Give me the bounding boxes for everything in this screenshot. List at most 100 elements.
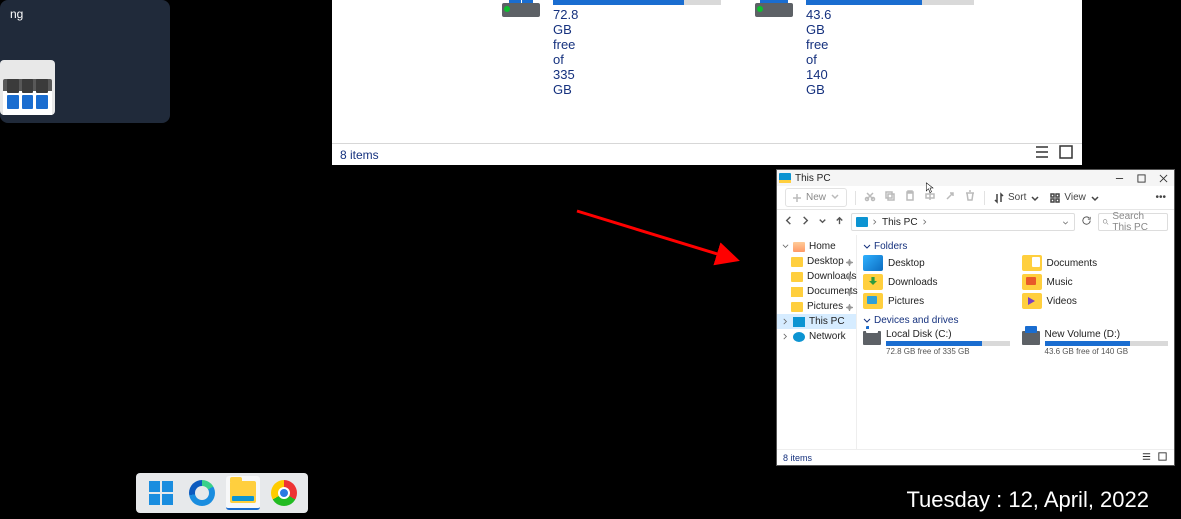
folder-music[interactable]: Music — [1022, 274, 1169, 290]
folder-label: Pictures — [888, 296, 924, 307]
chevron-down-icon[interactable] — [1061, 218, 1070, 227]
nav-pictures[interactable]: Pictures — [777, 299, 856, 314]
sort-button[interactable]: Sort — [993, 192, 1041, 204]
nav-network-label: Network — [809, 331, 846, 342]
search-input[interactable]: Search This PC — [1098, 213, 1168, 231]
search-icon — [1102, 217, 1109, 227]
chevron-down-icon — [863, 243, 871, 251]
content-pane[interactable]: Folders Desktop Documents Downloads Musi… — [857, 235, 1174, 449]
drive-icon-c — [502, 0, 540, 17]
nav-network[interactable]: Network — [777, 329, 856, 344]
rename-icon[interactable] — [924, 190, 936, 205]
drive-c-bar — [886, 341, 1010, 346]
cut-icon[interactable] — [864, 190, 876, 205]
folder-pictures[interactable]: Pictures — [863, 293, 1010, 309]
folder-label: Desktop — [888, 258, 925, 269]
chevron-right-icon — [782, 318, 789, 325]
paste-icon[interactable] — [904, 190, 916, 205]
annotation-arrow — [570, 200, 765, 275]
pin-icon — [846, 258, 853, 265]
folder-label: Downloads — [888, 277, 937, 288]
share-icon[interactable] — [944, 190, 956, 205]
drive-d-capacity-bar — [806, 0, 974, 5]
home-icon — [793, 242, 805, 252]
view-label: View — [1064, 192, 1086, 203]
section-devices[interactable]: Devices and drives — [863, 315, 1168, 326]
explorer-window[interactable]: This PC New Sort — [776, 169, 1175, 466]
nav-documents[interactable]: Documents — [777, 284, 856, 299]
up-button[interactable] — [834, 215, 845, 229]
sort-label: Sort — [1008, 192, 1026, 203]
start-button[interactable] — [144, 476, 178, 510]
taskbar-preview-card[interactable]: ng — [0, 0, 170, 123]
title-bar[interactable]: This PC — [777, 170, 1174, 186]
section-folders[interactable]: Folders — [863, 241, 1168, 252]
folder-label: Music — [1047, 277, 1073, 288]
taskbar[interactable] — [136, 473, 308, 513]
nav-home-label: Home — [809, 241, 836, 252]
view-button[interactable]: View — [1049, 192, 1101, 204]
large-icons-view-icon[interactable] — [1058, 144, 1074, 163]
plus-icon — [791, 192, 803, 204]
chevron-down-icon — [782, 243, 789, 250]
more-icon[interactable]: ••• — [1155, 192, 1166, 203]
documents-folder-icon — [1022, 255, 1042, 271]
drive-d-icon — [1022, 331, 1040, 345]
nav-this-pc-label: This PC — [809, 316, 845, 327]
drive-d-name: New Volume (D:) — [1045, 329, 1169, 340]
downloads-folder-icon — [863, 274, 883, 290]
folder-label: Videos — [1047, 296, 1077, 307]
minimize-button[interactable] — [1110, 170, 1128, 186]
preview-title-fragment: ng — [10, 6, 160, 22]
breadcrumb-segment[interactable]: This PC — [882, 217, 918, 228]
folder-downloads[interactable]: Downloads — [863, 274, 1010, 290]
back-button[interactable] — [783, 215, 794, 229]
maximize-button[interactable] — [1132, 170, 1150, 186]
pc-icon — [793, 317, 805, 327]
pin-icon — [846, 288, 853, 295]
date-overlay: Tuesday : 12, April, 2022 — [906, 487, 1149, 513]
drive-d[interactable]: New Volume (D:) 43.6 GB free of 140 GB — [1022, 329, 1169, 356]
windows-logo-icon — [149, 481, 173, 505]
navigation-pane[interactable]: Home Desktop Downloads Documents Picture… — [777, 235, 857, 449]
chevron-right-icon — [872, 219, 878, 225]
folder-label: Documents — [1047, 258, 1098, 269]
background-explorer-window[interactable]: 72.8 GB free of 335 GB 43.6 GB free of 1… — [332, 0, 1082, 165]
close-button[interactable] — [1154, 170, 1172, 186]
desktop-folder-icon — [863, 255, 883, 271]
new-button[interactable]: New — [785, 188, 847, 207]
refresh-button[interactable] — [1081, 215, 1092, 229]
recent-locations-button[interactable] — [817, 215, 828, 229]
chevron-right-icon — [922, 219, 928, 225]
window-title: This PC — [795, 173, 831, 184]
search-placeholder: Search This PC — [1112, 211, 1164, 233]
nav-home[interactable]: Home — [777, 239, 856, 254]
folder-videos[interactable]: Videos — [1022, 293, 1169, 309]
app-icon — [779, 173, 791, 183]
copy-icon[interactable] — [884, 190, 896, 205]
details-view-icon[interactable] — [1034, 144, 1050, 163]
taskbar-edge[interactable] — [185, 476, 219, 510]
folder-documents[interactable]: Documents — [1022, 255, 1169, 271]
large-icons-view-icon[interactable] — [1157, 451, 1168, 464]
details-view-icon[interactable] — [1141, 451, 1152, 464]
nav-downloads[interactable]: Downloads — [777, 269, 856, 284]
chevron-down-icon — [1089, 192, 1101, 204]
nav-this-pc[interactable]: This PC — [777, 314, 856, 329]
taskbar-file-explorer[interactable] — [226, 476, 260, 510]
pc-icon — [856, 217, 868, 227]
toolbar: New Sort View ••• — [777, 186, 1174, 210]
forward-button[interactable] — [800, 215, 811, 229]
breadcrumb[interactable]: This PC — [851, 213, 1075, 231]
view-icon — [1049, 192, 1061, 204]
taskbar-chrome[interactable] — [267, 476, 301, 510]
drive-d-capacity-text: 43.6 GB free of 140 GB — [806, 7, 831, 97]
preview-thumbnail[interactable] — [0, 60, 55, 115]
folder-desktop[interactable]: Desktop — [863, 255, 1010, 271]
nav-desktop-label: Desktop — [807, 256, 844, 267]
delete-icon[interactable] — [964, 190, 976, 205]
nav-desktop[interactable]: Desktop — [777, 254, 856, 269]
drive-c[interactable]: Local Disk (C:) 72.8 GB free of 335 GB — [863, 329, 1010, 356]
status-item-count: 8 items — [340, 148, 379, 162]
chevron-down-icon — [1029, 192, 1041, 204]
